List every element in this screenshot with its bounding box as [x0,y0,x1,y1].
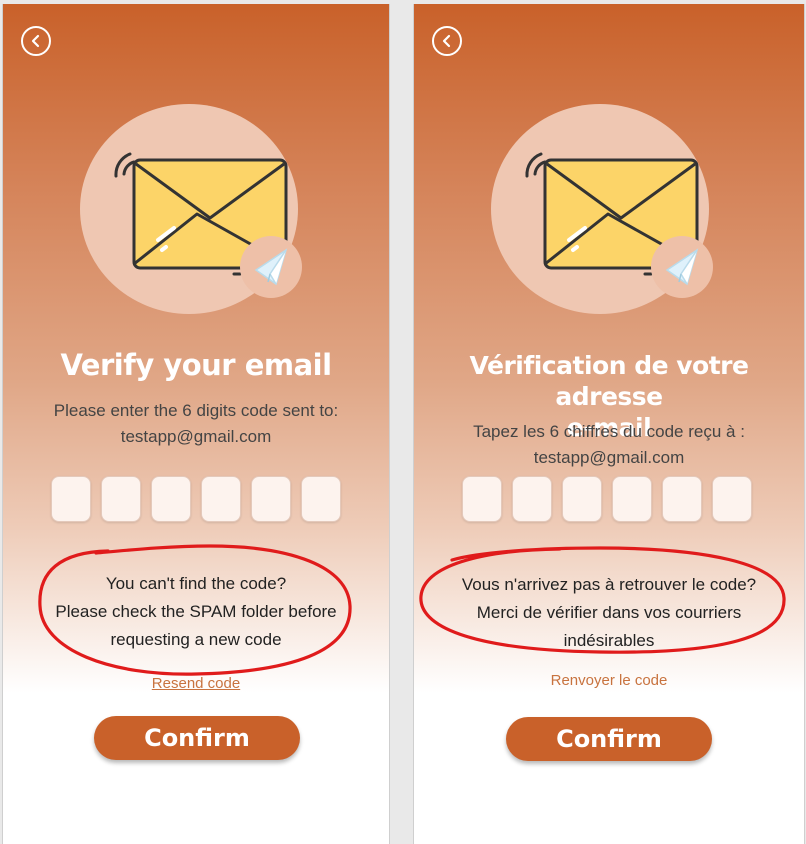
paper-plane-icon [254,248,288,286]
page-title: Verify your email [60,348,332,382]
help-message: You can't find the code? Please check th… [3,570,389,654]
verify-email-screen-en: Verify your email Please enter the 6 dig… [2,4,390,844]
code-digit-2[interactable] [101,476,141,522]
code-digit-6[interactable] [712,476,752,522]
help-line: You can't find the code? [105,574,287,593]
code-digit-2[interactable] [512,476,552,522]
resend-code-link[interactable]: Renvoyer le code [414,672,804,689]
code-digit-5[interactable] [251,476,291,522]
verify-email-screen-fr: Vérification de votre adresse e-mail Tap… [413,4,805,844]
page-title-line: Vérification de votre adresse [469,351,749,411]
email-illustration [491,104,713,314]
code-digit-3[interactable] [151,476,191,522]
recipient-email: testapp@gmail.com [120,427,272,446]
plane-badge [651,236,713,298]
code-input-group [51,476,341,522]
back-button[interactable] [432,26,462,56]
code-digit-6[interactable] [301,476,341,522]
code-digit-4[interactable] [201,476,241,522]
back-button[interactable] [21,26,51,56]
help-message: Vous n'arrivez pas à retrouver le code? … [414,571,804,655]
instructions: Tapez les 6 chiffres du code reçu à : te… [414,419,804,471]
confirm-button[interactable]: Confirm [506,717,712,761]
chevron-left-icon [31,34,40,48]
code-digit-1[interactable] [51,476,91,522]
code-digit-1[interactable] [462,476,502,522]
help-line: Please check the SPAM folder before [55,602,337,621]
confirm-button[interactable]: Confirm [94,716,300,760]
recipient-email: testapp@gmail.com [533,448,685,467]
instructions-text: Tapez les 6 chiffres du code reçu à : [473,422,745,441]
help-line: Vous n'arrivez pas à retrouver le code? [461,575,757,594]
resend-code-link[interactable]: Resend code [3,675,389,692]
email-illustration [80,104,302,314]
help-line: requesting a new code [110,630,282,649]
code-digit-3[interactable] [562,476,602,522]
code-digit-5[interactable] [662,476,702,522]
instructions: Please enter the 6 digits code sent to: … [3,398,389,450]
chevron-left-icon [442,34,451,48]
instructions-text: Please enter the 6 digits code sent to: [53,401,339,420]
code-digit-4[interactable] [612,476,652,522]
plane-badge [240,236,302,298]
paper-plane-icon [665,248,699,286]
help-line: indésirables [563,631,655,650]
code-input-group [462,476,752,522]
help-line: Merci de vérifier dans vos courriers [476,603,742,622]
